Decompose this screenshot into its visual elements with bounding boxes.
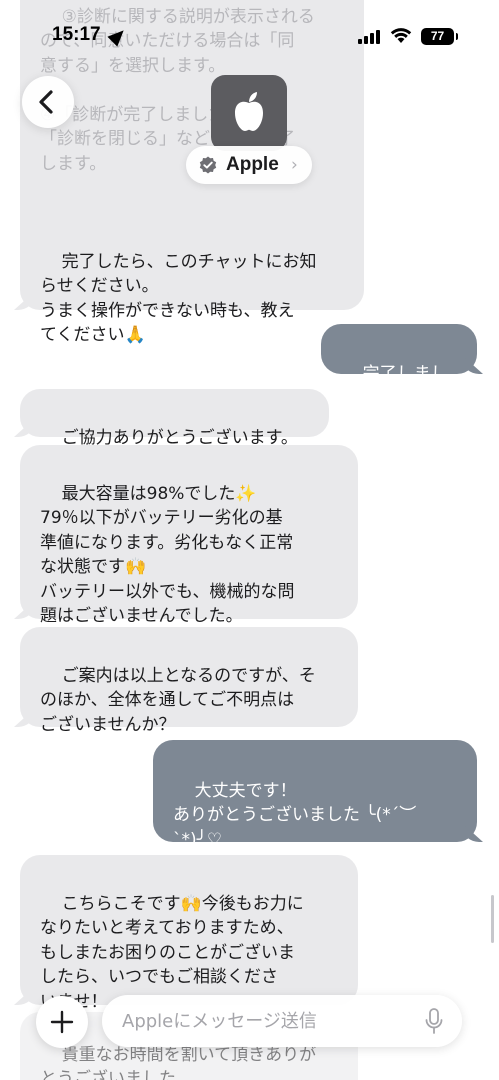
- cellular-signal-icon: [358, 30, 380, 44]
- message-text: ご案内は以上となるのですが、そ のほか、全体を通してご不明点は ございませんか？: [40, 665, 316, 735]
- status-bar: 15:17 77: [0, 0, 499, 62]
- message-bubble-incoming[interactable]: ご協力ありがとうございます。: [20, 389, 329, 448]
- scrollbar[interactable]: [491, 895, 494, 943]
- verified-badge-icon: [199, 156, 217, 174]
- message-text: 完了したら、このチャットにお知 らせください。 うまく操作ができない時も、教え …: [40, 251, 317, 346]
- back-chevron-icon: [39, 90, 53, 114]
- message-text: 最大容量は98%でした✨ 79％以下がバッテリー劣化の基 準値になります。劣化も…: [40, 483, 295, 627]
- apple-logo-icon: [235, 92, 263, 131]
- chevron-right-icon: ›: [291, 155, 298, 175]
- add-attachment-button[interactable]: [36, 996, 88, 1048]
- location-arrow-icon: [107, 25, 129, 47]
- message-bubble-outgoing[interactable]: 完了しました: [321, 324, 477, 408]
- message-bubble-incoming[interactable]: 最大容量は98%でした✨ 79％以下がバッテリー劣化の基 準値になります。劣化も…: [20, 445, 358, 626]
- contact-name: Apple: [226, 154, 279, 175]
- battery-icon: 77: [421, 28, 458, 45]
- message-text: 貴重なお時間を割いて頂きありが とうございました。: [40, 1044, 317, 1080]
- message-bubble-incoming[interactable]: こちらこそです🙌今後もお力に なりたいと考えておりますため、 もしまたお困りのこ…: [20, 855, 358, 1012]
- message-composer[interactable]: [102, 995, 462, 1047]
- status-time: 15:17: [52, 24, 101, 45]
- back-button[interactable]: [22, 76, 74, 128]
- message-text: こちらこそです🙌今後もお力に なりたいと考えておりますため、 もしまたお困りのこ…: [40, 893, 304, 1012]
- message-text: 完了しました: [341, 363, 448, 409]
- microphone-icon[interactable]: [424, 1008, 444, 1035]
- message-input[interactable]: [122, 1007, 412, 1035]
- message-bubble-incoming[interactable]: ご案内は以上となるのですが、そ のほか、全体を通してご不明点は ございませんか？: [20, 627, 358, 735]
- plus-icon: [50, 1010, 74, 1034]
- contact-name-button[interactable]: Apple ›: [186, 146, 312, 184]
- wifi-icon: [390, 28, 412, 43]
- message-bubble-outgoing[interactable]: 大丈夫です！ ありがとうございました ╰(*´︶ `*)╯♡: [153, 740, 477, 850]
- contact-avatar[interactable]: [211, 75, 287, 151]
- message-text: 大丈夫です！ ありがとうございました ╰(*´︶ `*)╯♡: [173, 780, 417, 850]
